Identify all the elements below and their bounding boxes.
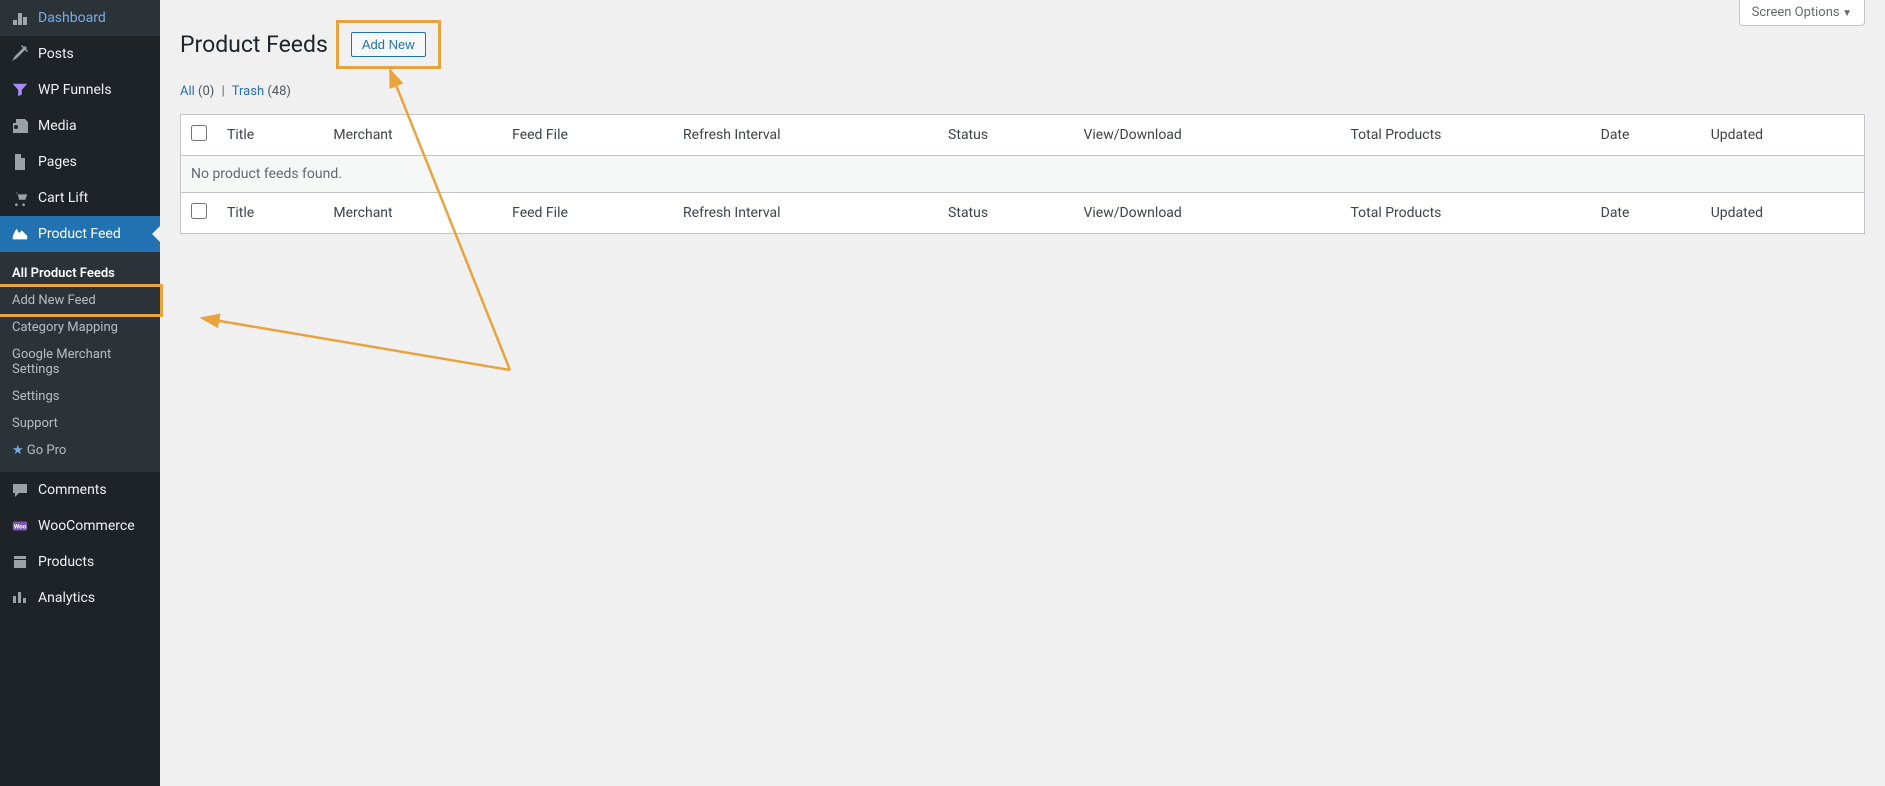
select-all-footer — [181, 193, 217, 233]
menu-posts[interactable]: Posts — [0, 36, 160, 72]
menu-pages[interactable]: Pages — [0, 144, 160, 180]
dashboard-icon — [10, 8, 30, 28]
col-updated-footer: Updated — [1701, 193, 1864, 233]
menu-label: Analytics — [38, 590, 95, 606]
woocommerce-icon: Woo — [10, 516, 30, 536]
col-refresh-interval: Refresh Interval — [673, 115, 938, 155]
col-view-download: View/Download — [1073, 115, 1340, 155]
filter-trash-count: (48) — [267, 84, 291, 99]
select-all-header — [181, 115, 217, 155]
empty-message: No product feeds found. — [181, 155, 1864, 193]
menu-product-feed[interactable]: Product Feed — [0, 216, 160, 252]
add-new-highlight: Add New — [336, 20, 441, 69]
product-feed-submenu: All Product Feeds Add New Feed Category … — [0, 252, 160, 472]
select-all-checkbox[interactable] — [191, 125, 207, 141]
funnels-icon — [10, 80, 30, 100]
menu-label: Comments — [38, 482, 107, 498]
filter-all-count: (0) — [198, 84, 214, 99]
comments-icon — [10, 480, 30, 500]
products-icon — [10, 552, 30, 572]
product-feed-icon — [10, 224, 30, 244]
menu-label: Dashboard — [38, 10, 106, 26]
submenu-add-new-feed[interactable]: Add New Feed — [0, 284, 163, 317]
submenu-go-pro[interactable]: ★ Go Pro — [0, 437, 160, 464]
table-footer-row: Title Merchant Feed File Refresh Interva… — [181, 193, 1864, 233]
submenu-support[interactable]: Support — [0, 410, 160, 437]
menu-label: Cart Lift — [38, 190, 88, 206]
menu-label: Product Feed — [38, 226, 121, 242]
menu-label: WooCommerce — [38, 518, 135, 534]
col-merchant: Merchant — [323, 115, 502, 155]
analytics-icon — [10, 588, 30, 608]
feeds-table: Title Merchant Feed File Refresh Interva… — [180, 114, 1865, 234]
col-feed-file: Feed File — [502, 115, 673, 155]
menu-label: Pages — [38, 154, 77, 170]
col-date-footer[interactable]: Date — [1591, 193, 1701, 233]
select-all-checkbox-footer[interactable] — [191, 203, 207, 219]
star-icon: ★ — [12, 443, 24, 458]
menu-analytics[interactable]: Analytics — [0, 580, 160, 616]
menu-label: Products — [38, 554, 94, 570]
posts-icon — [10, 44, 30, 64]
col-total-products-footer: Total Products — [1340, 193, 1590, 233]
submenu-category-mapping[interactable]: Category Mapping — [0, 314, 160, 341]
submenu-settings[interactable]: Settings — [0, 383, 160, 410]
table-header-row: Title Merchant Feed File Refresh Interva… — [181, 115, 1864, 155]
col-refresh-interval-footer: Refresh Interval — [673, 193, 938, 233]
menu-cart-lift[interactable]: Cart Lift — [0, 180, 160, 216]
annotation-arrow-to-submenu — [202, 318, 510, 370]
col-view-download-footer: View/Download — [1073, 193, 1340, 233]
menu-label: WP Funnels — [38, 82, 112, 98]
menu-wp-funnels[interactable]: WP Funnels — [0, 72, 160, 108]
filter-separator: | — [222, 84, 225, 99]
media-icon — [10, 116, 30, 136]
screen-options-toggle[interactable]: Screen Options — [1739, 0, 1865, 26]
col-date[interactable]: Date — [1591, 115, 1701, 155]
menu-woocommerce[interactable]: Woo WooCommerce — [0, 508, 160, 544]
menu-media[interactable]: Media — [0, 108, 160, 144]
admin-sidebar: Dashboard Posts WP Funnels Media Pages C… — [0, 0, 160, 786]
add-new-button[interactable]: Add New — [351, 32, 426, 57]
col-status-footer: Status — [938, 193, 1073, 233]
col-updated: Updated — [1701, 115, 1864, 155]
menu-label: Media — [38, 118, 77, 134]
page-header: Product Feeds Add New — [180, 20, 1865, 69]
col-merchant-footer: Merchant — [323, 193, 502, 233]
svg-text:Woo: Woo — [14, 523, 27, 531]
filter-all[interactable]: All — [180, 84, 195, 99]
table-empty-row: No product feeds found. — [181, 155, 1864, 193]
col-total-products: Total Products — [1340, 115, 1590, 155]
pages-icon — [10, 152, 30, 172]
menu-products[interactable]: Products — [0, 544, 160, 580]
filter-trash[interactable]: Trash — [232, 84, 264, 99]
submenu-all-product-feeds[interactable]: All Product Feeds — [0, 260, 160, 287]
col-feed-file-footer: Feed File — [502, 193, 673, 233]
menu-label: Posts — [38, 46, 74, 62]
col-title-footer[interactable]: Title — [217, 193, 323, 233]
menu-comments[interactable]: Comments — [0, 472, 160, 508]
submenu-google-merchant[interactable]: Google Merchant Settings — [0, 341, 160, 383]
col-status: Status — [938, 115, 1073, 155]
go-pro-label: Go Pro — [27, 443, 66, 458]
main-content: Screen Options Product Feeds Add New All… — [160, 0, 1885, 786]
filter-links: All (0) | Trash (48) — [180, 84, 1865, 99]
page-title: Product Feeds — [180, 31, 328, 58]
col-title[interactable]: Title — [217, 115, 323, 155]
cart-lift-icon — [10, 188, 30, 208]
menu-dashboard[interactable]: Dashboard — [0, 0, 160, 36]
